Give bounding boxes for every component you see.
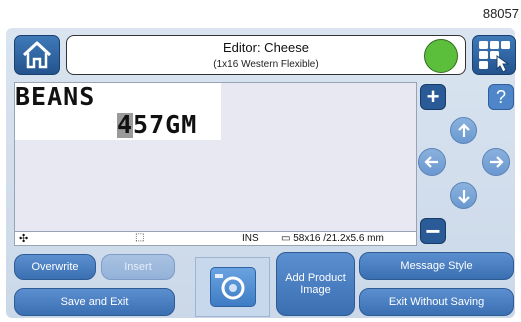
message-style-button[interactable]: Message Style <box>359 252 514 280</box>
message-line-1[interactable]: BEANS <box>15 83 95 111</box>
arrow-right-button[interactable] <box>482 148 510 176</box>
home-icon <box>22 41 52 69</box>
overwrite-button[interactable]: Overwrite <box>14 254 96 280</box>
dimensions-icon: ▭ <box>281 233 294 244</box>
arrow-left-button[interactable] <box>418 148 446 176</box>
arrow-down-button[interactable] <box>450 182 477 209</box>
editor-subtitle: (1x16 Western Flexible) <box>213 59 319 70</box>
editor-status-bar: ✣ ⬚ INS ▭ 58x16 /21.2x5.6 mm <box>15 231 416 245</box>
arrow-up-icon <box>457 122 470 137</box>
grid-menu-icon <box>479 41 510 73</box>
editor-header: Editor: Cheese (1x16 Western Flexible) <box>66 35 466 75</box>
move-icon: ✣ <box>19 233 29 245</box>
exit-without-saving-button[interactable]: Exit Without Saving <box>359 288 514 316</box>
arrow-up-button[interactable] <box>450 117 477 144</box>
message-editor[interactable]: BEANS 457GM ✣ ⬚ INS ▭ 58x16 /21.2x5.6 mm <box>14 82 417 246</box>
message-line-2[interactable]: 457GM <box>117 111 197 139</box>
selection-icon: ⬚ <box>135 232 145 243</box>
help-button[interactable]: ? <box>488 84 514 110</box>
dimensions-text: 58x16 /21.2x5.6 mm <box>293 233 384 244</box>
status-indicator <box>424 39 458 73</box>
add-product-image-button[interactable]: Add Product Image <box>276 252 355 316</box>
editor-title: Editor: Cheese <box>223 40 309 55</box>
device-id: 88057 <box>482 6 519 21</box>
insert-button[interactable]: Insert <box>101 254 175 280</box>
editor-screen: 88057 Editor: Cheese (1x16 Western Flexi… <box>0 0 521 322</box>
camera-icon <box>209 267 256 307</box>
grid-menu-button[interactable] <box>472 35 516 75</box>
home-button[interactable] <box>14 35 60 75</box>
product-image-thumbnail[interactable] <box>195 257 270 317</box>
message-dimensions: ▭ 58x16 /21.2x5.6 mm <box>281 233 384 244</box>
arrow-left-icon <box>424 156 438 168</box>
zoom-in-button[interactable]: + <box>420 84 446 110</box>
arrow-down-icon <box>457 189 470 204</box>
save-and-exit-button[interactable]: Save and Exit <box>14 288 175 316</box>
insert-mode-indicator: INS <box>242 233 259 244</box>
zoom-out-button[interactable]: − <box>420 218 446 244</box>
arrow-right-icon <box>490 156 504 168</box>
